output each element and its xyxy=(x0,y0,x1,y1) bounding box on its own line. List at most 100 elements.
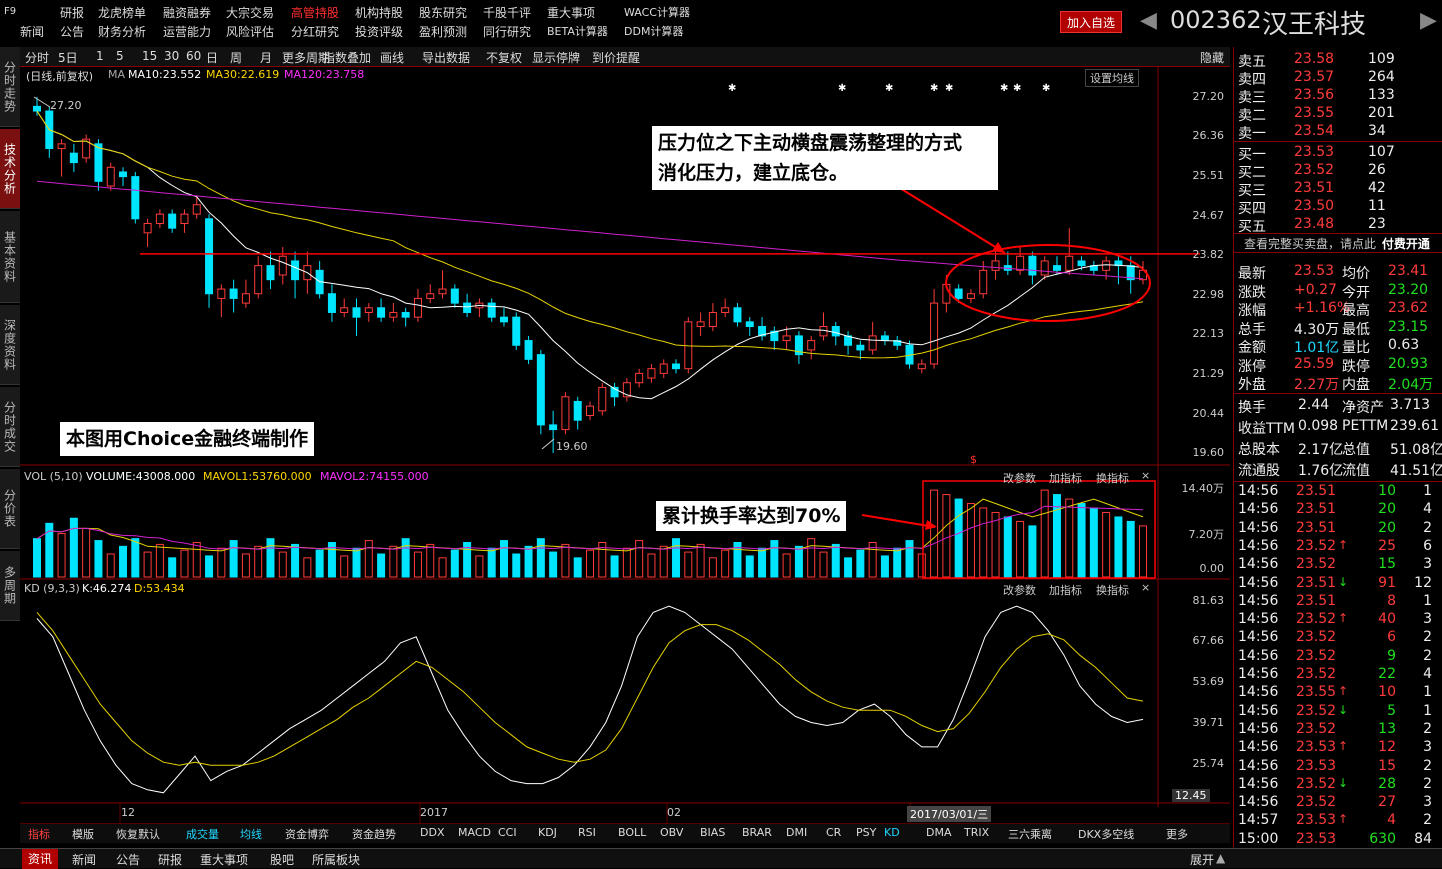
menu-item-row2-5[interactable]: 分红研究 xyxy=(291,23,339,40)
hide-button[interactable]: 隐藏 xyxy=(1200,49,1224,66)
kd-add-indicator-button[interactable]: 加指标 xyxy=(1049,582,1082,598)
indicator-tab-13[interactable]: OBV xyxy=(660,826,683,839)
toolbar-item-1[interactable]: 5日 xyxy=(58,49,78,66)
indicator-tab-16[interactable]: DMI xyxy=(786,826,807,839)
prev-stock-icon[interactable]: ◀ xyxy=(1140,8,1157,33)
indicator-tab-6[interactable]: 资金趋势 xyxy=(352,826,396,842)
indicator-tab-22[interactable]: 三六乘离 xyxy=(1008,826,1052,842)
indicator-tab-7[interactable]: DDX xyxy=(420,826,444,839)
candle-body xyxy=(33,105,41,112)
indicator-tab-18[interactable]: PSY xyxy=(856,826,876,839)
vol-swap-indicator-button[interactable]: 换指标 xyxy=(1096,470,1129,486)
menu-item-row2-0[interactable]: 新闻 xyxy=(20,23,44,40)
next-stock-icon[interactable]: ▶ xyxy=(1420,8,1437,33)
toolbar-item-11[interactable]: 指数叠加 xyxy=(323,49,371,66)
menu-item-9[interactable]: WACC计算器 xyxy=(624,4,690,20)
menu-item-6[interactable]: 股东研究 xyxy=(419,4,467,21)
toolbar-item-4[interactable]: 15 xyxy=(142,49,157,63)
toolbar-item-14[interactable]: 不复权 xyxy=(486,49,522,66)
menu-item-row2-10[interactable]: DDM计算器 xyxy=(624,23,683,39)
bottom-tab-1[interactable]: 新闻 xyxy=(72,851,96,868)
indicator-tab-8[interactable]: MACD xyxy=(458,826,491,839)
menu-item-row2-2[interactable]: 财务分析 xyxy=(98,23,146,40)
indicator-tab-20[interactable]: DMA xyxy=(926,826,952,839)
indicator-tab-5[interactable]: 资金博弈 xyxy=(285,826,329,842)
toolbar-item-6[interactable]: 60 xyxy=(186,49,201,63)
menu-item-7[interactable]: 千股千评 xyxy=(483,4,531,21)
toolbar-item-7[interactable]: 日 xyxy=(206,49,218,66)
indicator-tab-19[interactable]: KD xyxy=(884,826,900,839)
bottom-tab-0[interactable]: 资讯 xyxy=(22,849,59,869)
volume-bar xyxy=(758,547,767,578)
full-orderbook-bar[interactable]: 查看完整买卖盘，请点此 付费开通 xyxy=(1234,233,1442,253)
set-ma-button[interactable]: 设置均线 xyxy=(1085,69,1139,87)
toolbar-item-2[interactable]: 1 xyxy=(96,49,104,63)
indicator-tab-4[interactable]: 均线 xyxy=(240,826,262,842)
menu-item-row2-8[interactable]: 同行研究 xyxy=(483,23,531,40)
bottom-tab-2[interactable]: 公告 xyxy=(116,851,140,868)
toolbar-item-3[interactable]: 5 xyxy=(116,49,124,63)
indicator-tab-1[interactable]: 模版 xyxy=(72,826,94,842)
menu-item-row2-9[interactable]: BETA计算器 xyxy=(547,23,608,39)
kd-change-params-button[interactable]: 改参数 xyxy=(1003,582,1036,598)
toolbar-item-13[interactable]: 导出数据 xyxy=(422,49,470,66)
side-tab-2[interactable]: 基本资料 xyxy=(0,211,20,303)
expand-arrow-icon[interactable]: ▲ xyxy=(1216,851,1225,865)
candle-body xyxy=(192,204,201,215)
candle-body xyxy=(291,260,300,281)
indicator-tab-17[interactable]: CR xyxy=(826,826,841,839)
toolbar-item-12[interactable]: 画线 xyxy=(380,49,404,66)
paid-button[interactable]: 付费开通 xyxy=(1382,237,1430,251)
indicator-tab-24[interactable]: 更多 xyxy=(1166,826,1188,842)
indicator-tab-15[interactable]: BRAR xyxy=(742,826,772,839)
menu-item-row2-1[interactable]: 公告 xyxy=(60,23,84,40)
side-tab-4[interactable]: 分时成交 xyxy=(0,387,20,467)
vol-add-indicator-button[interactable]: 加指标 xyxy=(1049,470,1082,486)
indicator-tab-23[interactable]: DKX多空线 xyxy=(1078,826,1134,842)
toolbar-item-8[interactable]: 周 xyxy=(230,49,242,66)
indicator-tab-9[interactable]: CCI xyxy=(498,826,517,839)
bottom-tab-6[interactable]: 所属板块 xyxy=(312,851,360,868)
bottom-tab-4[interactable]: 重大事项 xyxy=(200,851,248,868)
menu-item-row2-6[interactable]: 投资评级 xyxy=(355,23,403,40)
indicator-tab-10[interactable]: KDJ xyxy=(538,826,557,839)
expand-button[interactable]: 展开 xyxy=(1190,851,1214,868)
indicator-tab-14[interactable]: BIAS xyxy=(700,826,725,839)
indicator-tab-11[interactable]: RSI xyxy=(578,826,596,839)
menu-item-row2-4[interactable]: 风险评估 xyxy=(226,23,274,40)
menu-item-row2-3[interactable]: 运营能力 xyxy=(163,23,211,40)
indicator-tab-12[interactable]: BOLL xyxy=(618,826,646,839)
menu-item-8[interactable]: 重大事项 xyxy=(547,4,595,21)
quote-value-2: 2.04万 xyxy=(1388,377,1434,393)
side-tab-6[interactable]: 多周期 xyxy=(0,551,20,621)
side-tab-3[interactable]: 深度资料 xyxy=(0,305,20,385)
toolbar-item-15[interactable]: 显示停牌 xyxy=(532,49,580,66)
menu-item-1[interactable]: 龙虎榜单 xyxy=(98,4,146,21)
vol-change-params-button[interactable]: 改参数 xyxy=(1003,470,1036,486)
vol-close-icon[interactable]: × xyxy=(1141,469,1150,482)
kd-close-icon[interactable]: × xyxy=(1141,581,1150,594)
toolbar-item-16[interactable]: 到价提醒 xyxy=(592,49,640,66)
add-to-watchlist-button[interactable]: 加入自选 xyxy=(1060,11,1122,33)
indicator-tab-3[interactable]: 成交量 xyxy=(186,826,219,842)
toolbar-item-0[interactable]: 分时 xyxy=(25,49,49,66)
side-tab-1[interactable]: 技术分析 xyxy=(0,129,20,209)
menu-item-0[interactable]: 研报 xyxy=(60,4,84,21)
candle-body xyxy=(672,363,681,370)
side-tab-5[interactable]: 分价表 xyxy=(0,469,20,549)
kd-swap-indicator-button[interactable]: 换指标 xyxy=(1096,582,1129,598)
menu-item-row2-7[interactable]: 盈利预测 xyxy=(419,23,467,40)
menu-item-3[interactable]: 大宗交易 xyxy=(226,4,274,21)
volume-bar xyxy=(315,549,324,578)
indicator-tab-0[interactable]: 指标 xyxy=(28,826,50,842)
indicator-tab-2[interactable]: 恢复默认 xyxy=(116,826,160,842)
bottom-tab-3[interactable]: 研报 xyxy=(158,851,182,868)
side-tab-0[interactable]: 分时走势 xyxy=(0,47,20,127)
menu-item-2[interactable]: 融资融券 xyxy=(163,4,211,21)
menu-item-4[interactable]: 高管持股 xyxy=(291,4,339,21)
bottom-tab-5[interactable]: 股吧 xyxy=(270,851,294,868)
indicator-tab-21[interactable]: TRIX xyxy=(964,826,989,839)
menu-item-5[interactable]: 机构持股 xyxy=(355,4,403,21)
toolbar-item-9[interactable]: 月 xyxy=(260,49,272,66)
toolbar-item-5[interactable]: 30 xyxy=(164,49,179,63)
